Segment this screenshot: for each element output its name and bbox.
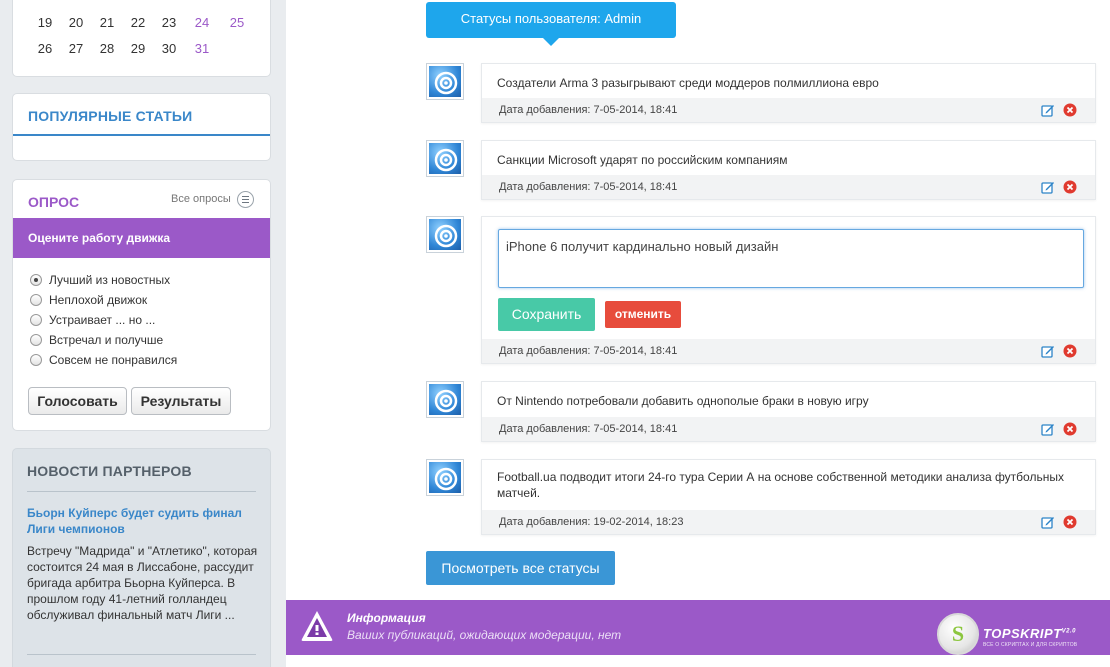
- edit-icon[interactable]: [1041, 515, 1055, 529]
- partner-news-text: Встречу "Мадрида" и "Атлетико", которая …: [27, 544, 258, 622]
- avatar: [426, 381, 464, 418]
- view-all-statuses-button[interactable]: Посмотреть все статусы: [426, 551, 615, 585]
- save-button[interactable]: Сохранить: [498, 298, 595, 331]
- delete-icon[interactable]: [1063, 180, 1077, 194]
- calendar-day[interactable]: 28: [92, 41, 122, 56]
- edit-icon[interactable]: [1041, 344, 1055, 358]
- edit-icon[interactable]: [1041, 180, 1055, 194]
- vote-button[interactable]: Голосовать: [28, 387, 127, 415]
- status-card-editing: iPhone 6 получит кардинально новый дизай…: [481, 216, 1096, 364]
- poll-widget: ОПРОС Все опросы Оцените работу движка Л…: [12, 179, 271, 431]
- calendar-day[interactable]: 27: [61, 41, 91, 56]
- radio-button[interactable]: [30, 294, 42, 306]
- calendar-day[interactable]: 21: [92, 15, 122, 30]
- avatar: [426, 216, 464, 253]
- status-card: Создатели Arma 3 разыгрывают среди модде…: [481, 63, 1096, 123]
- status-footer: Дата добавления: 7-05-2014, 18:41: [482, 339, 1095, 363]
- calendar-week-row: 19 20 21 22 23 24 25: [13, 15, 272, 35]
- calendar-day-weekend[interactable]: 31: [187, 41, 217, 56]
- avatar: [426, 140, 464, 177]
- calendar-day[interactable]: 23: [154, 15, 184, 30]
- status-date: Дата добавления: 19-02-2014, 18:23: [499, 516, 684, 528]
- calendar-day[interactable]: 29: [123, 41, 153, 56]
- status-card: Football.ua подводит итоги 24-го тура Се…: [481, 459, 1096, 535]
- calendar-day[interactable]: 19: [30, 15, 60, 30]
- radio-button[interactable]: [30, 314, 42, 326]
- poll-question: Оцените работу движка: [13, 218, 270, 258]
- topskript-logo-icon: S: [937, 613, 979, 655]
- poll-option-label: Встречал и получше: [49, 333, 164, 347]
- partner-news-headline-link[interactable]: Бьорн Куйперс будет судить финал Лиги че…: [27, 505, 252, 537]
- status-date: Дата добавления: 7-05-2014, 18:41: [499, 345, 678, 357]
- calendar-day[interactable]: 26: [30, 41, 60, 56]
- avatar-icon: [429, 462, 461, 493]
- edit-icon[interactable]: [1041, 422, 1055, 436]
- status-footer: Дата добавления: 19-02-2014, 18:23: [482, 510, 1095, 534]
- divider: [13, 134, 270, 136]
- status-text: Создатели Arma 3 разыгрывают среди модде…: [497, 76, 879, 90]
- logo-version: V2.0: [1061, 628, 1077, 635]
- avatar-icon: [429, 384, 461, 415]
- divider: [27, 491, 256, 492]
- status-date: Дата добавления: 7-05-2014, 18:41: [499, 181, 678, 193]
- avatar: [426, 63, 464, 100]
- calendar-day[interactable]: 20: [61, 15, 91, 30]
- avatar-icon: [429, 143, 461, 174]
- delete-icon[interactable]: [1063, 344, 1077, 358]
- poll-option-label: Устраивает ... но ...: [49, 313, 156, 327]
- status-footer: Дата добавления: 7-05-2014, 18:41: [482, 98, 1095, 122]
- poll-title: ОПРОС: [28, 194, 80, 210]
- popular-articles-title: ПОПУЛЯРНЫЕ СТАТЬИ: [28, 108, 193, 124]
- topskript-logo[interactable]: TOPSKRIPTV2.0: [983, 626, 1076, 641]
- status-footer: Дата добавления: 7-05-2014, 18:41: [482, 417, 1095, 441]
- info-text: Ваших публикаций, ожидающих модерации, н…: [347, 628, 622, 642]
- calendar-day[interactable]: 22: [123, 15, 153, 30]
- status-edit-textarea[interactable]: iPhone 6 получит кардинально новый дизай…: [498, 229, 1084, 288]
- partner-news-widget: НОВОСТИ ПАРТНЕРОВ Бьорн Куйперс будет су…: [12, 448, 271, 667]
- calendar-widget: 19 20 21 22 23 24 25 26 27 28 29 30 31: [12, 0, 271, 77]
- status-date: Дата добавления: 7-05-2014, 18:41: [499, 104, 678, 116]
- partner-news-title: НОВОСТИ ПАРТНЕРОВ: [27, 463, 192, 479]
- avatar: [426, 459, 464, 496]
- calendar-day-weekend[interactable]: 25: [222, 15, 252, 30]
- radio-button-checked[interactable]: [30, 274, 42, 286]
- logo-name: TOPSKRIPT: [983, 626, 1062, 641]
- edit-icon[interactable]: [1041, 103, 1055, 117]
- footer-strip: [286, 655, 1110, 667]
- radio-button[interactable]: [30, 354, 42, 366]
- divider: [27, 654, 256, 655]
- user-statuses-header: Статусы пользователя: Admin: [426, 2, 676, 46]
- logo-tagline: ВСЕ О СКРИПТАХ И ДЛЯ СКРИПТОВ: [983, 642, 1078, 648]
- info-title: Информация: [347, 611, 426, 625]
- logo-letter: S: [951, 621, 965, 646]
- calendar-day-weekend[interactable]: 24: [187, 15, 217, 30]
- poll-option-label: Неплохой движок: [49, 293, 148, 307]
- status-footer: Дата добавления: 7-05-2014, 18:41: [482, 175, 1095, 199]
- status-card: Санкции Microsoft ударят по российским к…: [481, 140, 1096, 200]
- delete-icon[interactable]: [1063, 422, 1077, 436]
- main-content: Статусы пользователя: Admin Создатели Ar…: [286, 0, 1110, 667]
- status-card: От Nintendo потребовали добавить однопол…: [481, 381, 1096, 442]
- poll-option-label: Совсем не понравился: [49, 353, 178, 367]
- status-date: Дата добавления: 7-05-2014, 18:41: [499, 423, 678, 435]
- calendar-week-row: 26 27 28 29 30 31: [13, 41, 272, 61]
- delete-icon[interactable]: [1063, 515, 1077, 529]
- poll-option-label: Лучший из новостных: [49, 273, 171, 287]
- left-sidebar: 19 20 21 22 23 24 25 26 27 28 29 30 31 П…: [0, 0, 286, 667]
- info-bar: Информация Ваших публикаций, ожидающих м…: [286, 600, 1110, 655]
- popular-articles-widget: ПОПУЛЯРНЫЕ СТАТЬИ: [12, 93, 271, 161]
- status-text: Football.ua подводит итоги 24-го тура Се…: [497, 470, 1064, 500]
- menu-icon[interactable]: [237, 191, 254, 208]
- calendar-day[interactable]: 30: [154, 41, 184, 56]
- avatar-icon: [429, 66, 461, 97]
- radio-button[interactable]: [30, 334, 42, 346]
- delete-icon[interactable]: [1063, 103, 1077, 117]
- info-icon: [301, 611, 333, 641]
- status-text: От Nintendo потребовали добавить однопол…: [497, 394, 869, 408]
- results-button[interactable]: Результаты: [131, 387, 231, 415]
- all-polls-link[interactable]: Все опросы: [171, 193, 231, 205]
- cancel-button[interactable]: отменить: [605, 301, 681, 328]
- avatar-icon: [429, 219, 461, 250]
- status-text: Санкции Microsoft ударят по российским к…: [497, 153, 788, 167]
